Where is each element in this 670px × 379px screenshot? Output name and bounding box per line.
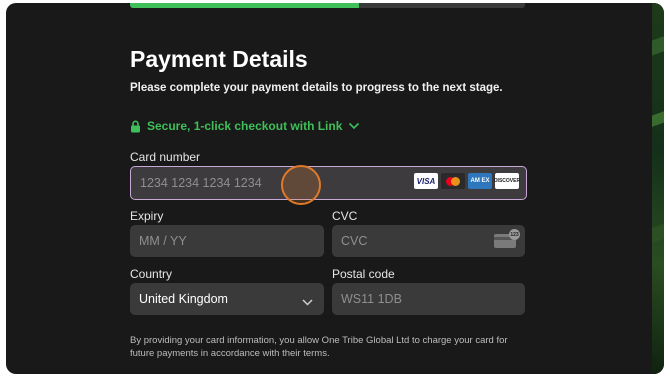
country-select[interactable]: United Kingdom	[130, 283, 324, 315]
progress-bar	[130, 3, 525, 8]
visa-icon: VISA	[414, 173, 438, 189]
card-brands: VISA AM EX DISCOVER	[414, 173, 520, 189]
chevron-down-icon	[348, 122, 360, 130]
country-label: Country	[130, 267, 173, 281]
link-checkout-label: Secure, 1-click checkout with Link	[147, 119, 343, 133]
payment-window: Payment Details Please complete your pay…	[6, 3, 664, 374]
lock-icon	[130, 120, 141, 133]
expiry-placeholder: MM / YY	[139, 234, 187, 248]
card-number-label: Card number	[130, 150, 201, 164]
page-title: Payment Details	[130, 46, 308, 72]
legal-notice: By providing your card information, you …	[130, 335, 508, 359]
progress-fill	[130, 3, 360, 8]
cvc-placeholder: CVC	[341, 234, 368, 248]
amex-icon: AM EX	[468, 173, 492, 189]
mastercard-icon	[441, 173, 465, 189]
cvc-input[interactable]: CVC 123	[332, 225, 525, 257]
postal-code-placeholder: WS11 1DB	[341, 292, 402, 306]
click-cursor-indicator	[281, 165, 321, 205]
postal-code-input[interactable]: WS11 1DB	[332, 283, 525, 315]
page-subtitle: Please complete your payment details to …	[130, 82, 503, 94]
expiry-label: Expiry	[130, 209, 164, 223]
discover-icon: DISCOVER	[494, 173, 520, 189]
card-number-placeholder: 1234 1234 1234 1234	[140, 176, 262, 190]
postal-code-label: Postal code	[332, 267, 395, 281]
cvc-label: CVC	[332, 209, 358, 223]
chevron-down-icon	[302, 295, 313, 309]
link-checkout-toggle[interactable]: Secure, 1-click checkout with Link	[130, 119, 360, 133]
card-number-input[interactable]: 1234 1234 1234 1234 VISA AM EX DISCOVER	[130, 166, 527, 200]
country-value: United Kingdom	[139, 292, 228, 306]
cvc-card-icon: 123	[494, 229, 520, 248]
expiry-input[interactable]: MM / YY	[130, 225, 324, 257]
background-foliage	[652, 3, 664, 374]
cvc-badge: 123	[509, 229, 520, 240]
